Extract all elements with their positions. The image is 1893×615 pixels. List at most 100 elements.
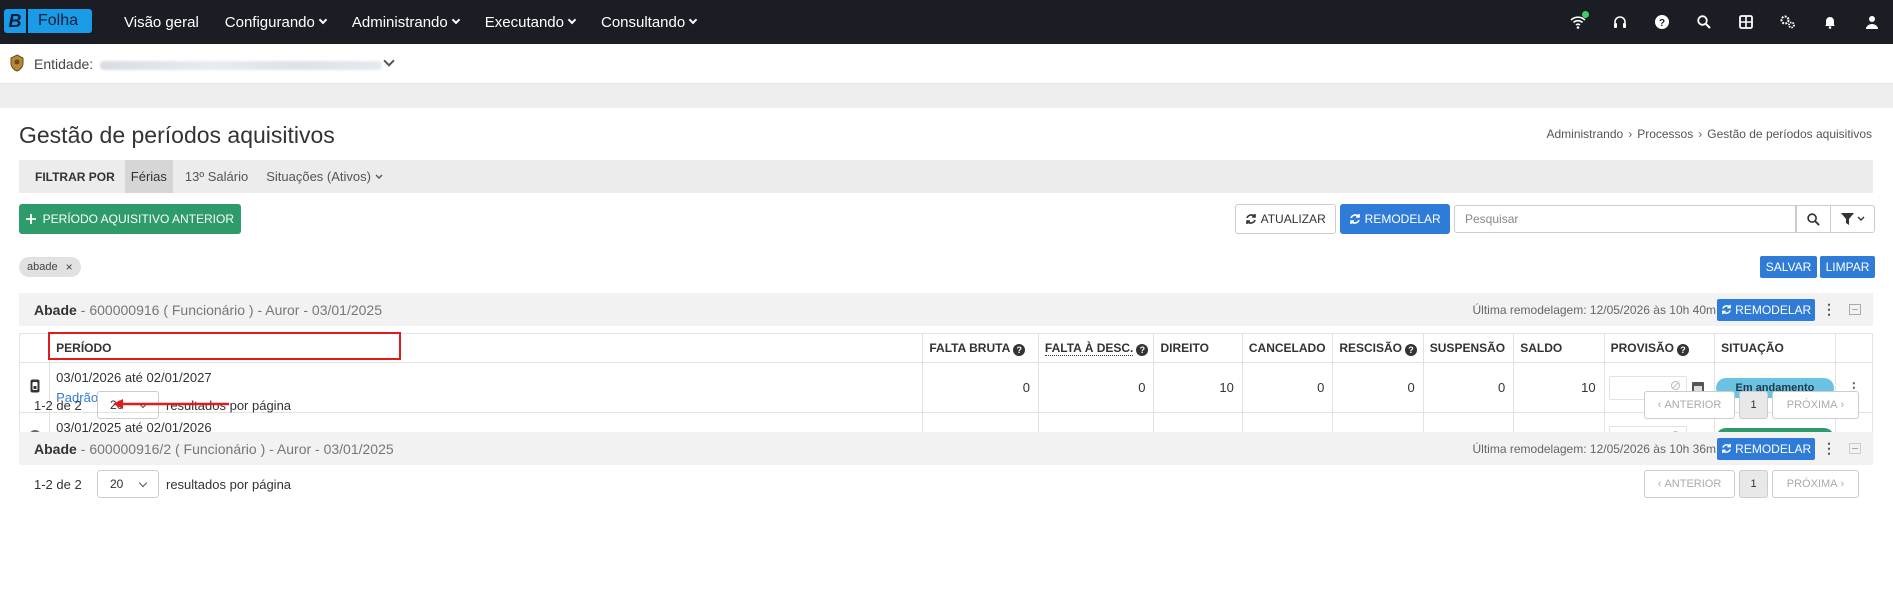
grid-icon[interactable] bbox=[1725, 0, 1767, 44]
kebab-menu-icon[interactable]: ⋮ bbox=[1822, 301, 1836, 318]
header-periodo: PERÍODO bbox=[49, 333, 924, 363]
header-saldo: SALDO bbox=[1513, 333, 1605, 363]
ban-icon bbox=[1670, 380, 1680, 390]
header-cancelado: CANCELADO bbox=[1241, 333, 1334, 363]
kebab-menu-icon[interactable]: ⋮ bbox=[1822, 440, 1836, 457]
filter-icon bbox=[1840, 213, 1854, 225]
per-page-label: resultados por página bbox=[166, 477, 292, 492]
help-icon[interactable]: ? bbox=[1136, 343, 1149, 356]
page-number[interactable]: 1 bbox=[1739, 391, 1768, 419]
app-logo[interactable]: B Folha bbox=[4, 9, 93, 33]
chevron-down-icon[interactable] bbox=[383, 55, 395, 67]
search-button[interactable] bbox=[1796, 205, 1831, 233]
page-number[interactable]: 1 bbox=[1739, 470, 1768, 498]
per-page-label: resultados por página bbox=[166, 398, 292, 413]
nav-consultando[interactable]: Consultando bbox=[601, 14, 698, 31]
expand-icon[interactable] bbox=[1849, 443, 1861, 454]
group-header: Abade - 600000916 ( Funcionário ) - Auro… bbox=[19, 293, 1873, 326]
search-icon[interactable] bbox=[1683, 0, 1725, 44]
prev-label: ANTERIOR bbox=[1664, 478, 1722, 490]
prev-page-button[interactable]: ‹ ANTERIOR bbox=[1644, 470, 1735, 498]
entity-name-redacted[interactable] bbox=[100, 61, 382, 70]
wifi-icon[interactable] bbox=[1557, 0, 1599, 44]
close-icon[interactable]: × bbox=[66, 260, 73, 274]
remodel-all-button[interactable]: REMODELAR bbox=[1340, 204, 1450, 234]
header-suspensao: SUSPENSÃO bbox=[1422, 333, 1515, 363]
breadcrumb: Administrando › Processos › Gestão de pe… bbox=[1546, 127, 1872, 141]
remodel-button[interactable]: REMODELAR bbox=[1717, 437, 1815, 460]
group-description: - 600000916 ( Funcionário ) - Auror - 03… bbox=[80, 301, 382, 318]
help-icon[interactable]: ? bbox=[1405, 343, 1418, 356]
per-page-value: 20 bbox=[110, 398, 124, 412]
tag-label: abade bbox=[27, 261, 58, 273]
search-icon bbox=[1807, 212, 1820, 226]
header-label: FALTA À DESC. bbox=[1044, 340, 1134, 356]
refresh-icon bbox=[1246, 214, 1257, 224]
help-icon[interactable]: ? bbox=[1641, 0, 1683, 44]
breadcrumb-item: Gestão de períodos aquisitivos bbox=[1707, 127, 1872, 141]
next-page-button[interactable]: PRÓXIMA › bbox=[1772, 470, 1859, 498]
chevron-down-icon bbox=[688, 15, 698, 25]
per-page-select[interactable]: 20 bbox=[97, 391, 159, 419]
refresh-button[interactable]: ATUALIZAR bbox=[1235, 204, 1336, 234]
nav-label: Administrando bbox=[351, 13, 448, 31]
per-page-value: 20 bbox=[110, 477, 124, 491]
last-remodel-text: Última remodelagem: 12/05/2026 às 10h 40… bbox=[1472, 302, 1716, 317]
remodel-label: REMODELAR bbox=[1364, 212, 1441, 226]
entity-bar: Entidade: bbox=[0, 44, 1893, 84]
logo-letter: B bbox=[4, 9, 26, 33]
help-icon[interactable]: ? bbox=[1677, 343, 1689, 356]
collapse-icon[interactable] bbox=[1849, 304, 1861, 315]
result-count: 1-2 de 2 bbox=[34, 398, 82, 413]
refresh-icon bbox=[1721, 443, 1731, 454]
help-icon[interactable]: ? bbox=[1013, 343, 1026, 356]
nav-label: Executando bbox=[484, 13, 564, 31]
breadcrumb-item[interactable]: Administrando bbox=[1546, 127, 1623, 141]
prev-page-button[interactable]: ‹ ANTERIOR bbox=[1644, 391, 1735, 419]
page-title: Gestão de períodos aquisitivos bbox=[19, 122, 335, 148]
add-previous-period-button[interactable]: PERÍODO AQUISITIVO ANTERIOR bbox=[19, 204, 241, 234]
clear-button[interactable]: LIMPAR bbox=[1820, 256, 1875, 278]
next-page-button[interactable]: PRÓXIMA › bbox=[1772, 391, 1859, 419]
filter-13-salario[interactable]: 13º Salário bbox=[179, 160, 254, 193]
chevron-down-icon bbox=[451, 15, 460, 25]
settings-icon[interactable] bbox=[1767, 0, 1809, 44]
breadcrumb-item[interactable]: Processos bbox=[1637, 127, 1693, 141]
headset-icon[interactable] bbox=[1599, 0, 1641, 44]
entity-crest-icon bbox=[10, 54, 24, 72]
top-icons: ? bbox=[1557, 0, 1893, 44]
remodel-button[interactable]: REMODELAR bbox=[1717, 298, 1815, 321]
nav-visao-geral[interactable]: Visão geral bbox=[124, 14, 199, 31]
status-dot bbox=[1582, 11, 1589, 18]
filter-situacoes[interactable]: Situações (Ativos) bbox=[260, 160, 388, 193]
per-page-select[interactable]: 20 bbox=[97, 470, 159, 498]
advanced-filter-button[interactable] bbox=[1831, 205, 1875, 233]
nav-label: Configurando bbox=[224, 13, 315, 31]
filter-ferias[interactable]: Férias bbox=[124, 160, 173, 193]
entity-label: Entidade: bbox=[34, 56, 94, 72]
top-navbar: B Folha Visão geral Configurando Adminis… bbox=[0, 0, 1893, 44]
pagination-row: 1-2 de 2 20 resultados por página ‹ ANTE… bbox=[19, 391, 1873, 421]
group-header: Abade - 600000916/2 ( Funcionário ) - Au… bbox=[19, 432, 1873, 465]
save-button[interactable]: SALVAR bbox=[1760, 256, 1817, 278]
header-icon-col bbox=[18, 333, 51, 363]
main-nav: Visão geral Configurando Administrando E… bbox=[124, 0, 722, 44]
header-label: RESCISÃO bbox=[1339, 340, 1403, 355]
header-direito: DIREITO bbox=[1153, 333, 1243, 363]
filter-bar: FILTRAR POR Férias 13º Salário Situações… bbox=[19, 160, 1873, 193]
nav-administrando[interactable]: Administrando bbox=[351, 13, 460, 31]
nav-configurando[interactable]: Configurando bbox=[224, 13, 328, 31]
header-falta-desc: FALTA À DESC.? bbox=[1037, 333, 1155, 363]
bell-icon[interactable] bbox=[1809, 0, 1851, 44]
nav-label: Visão geral bbox=[124, 13, 199, 31]
search-input[interactable] bbox=[1454, 205, 1796, 233]
svg-text:?: ? bbox=[1659, 18, 1665, 29]
refresh-label: ATUALIZAR bbox=[1260, 212, 1326, 226]
pagination-row: 1-2 de 2 20 resultados por página ‹ ANTE… bbox=[19, 470, 1873, 500]
user-icon[interactable] bbox=[1851, 0, 1893, 44]
chevron-down-icon bbox=[318, 15, 328, 25]
nav-executando[interactable]: Executando bbox=[484, 13, 577, 31]
header-provisao: PROVISÃO? bbox=[1603, 333, 1716, 363]
add-label: PERÍODO AQUISITIVO ANTERIOR bbox=[42, 212, 235, 226]
refresh-icon bbox=[1350, 214, 1361, 224]
